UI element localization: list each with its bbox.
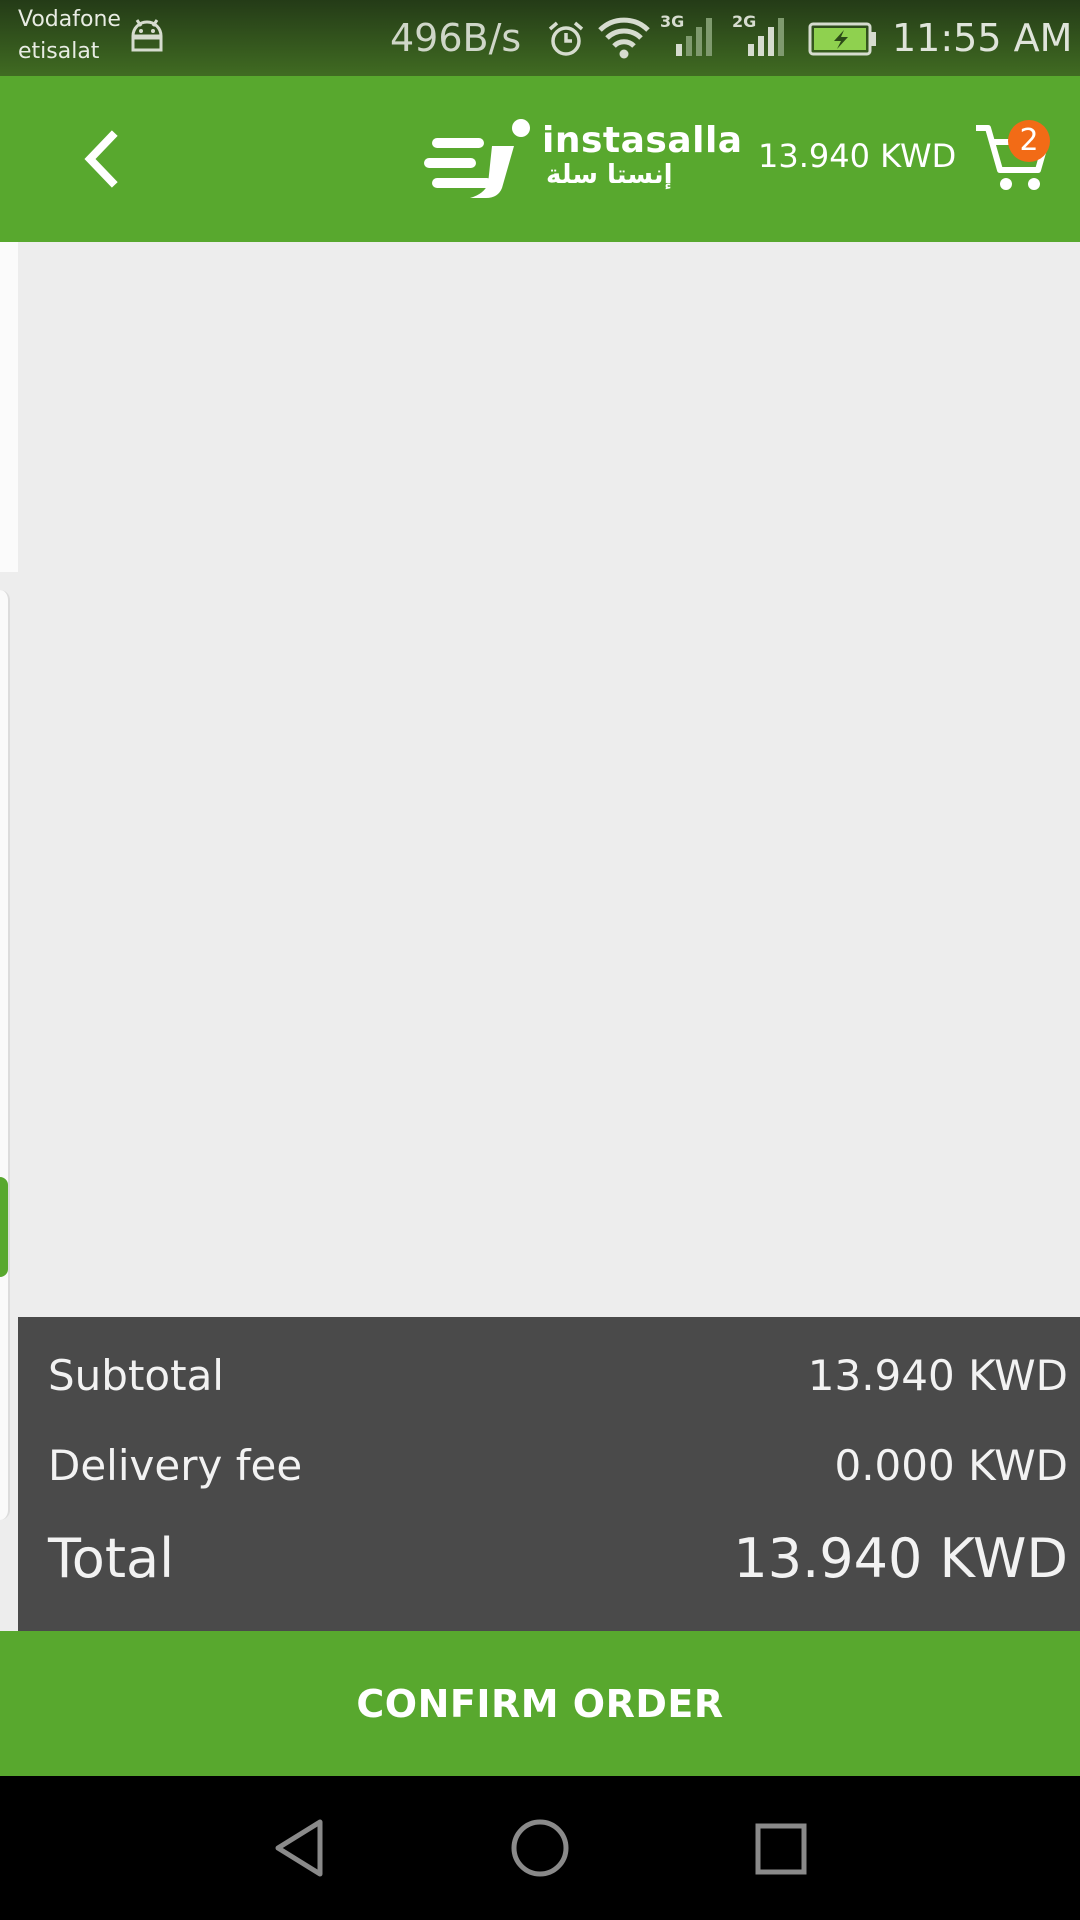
side-panel-edge [0,242,18,572]
delivery-fee-label: Delivery fee [48,1441,303,1490]
subtotal-label: Subtotal [48,1351,224,1400]
content-area [0,242,1080,1520]
clock: 11:55 AM [892,16,1073,60]
confirm-order-button[interactable]: CONFIRM ORDER [0,1631,1080,1776]
signal-icon-2: 2G [732,12,788,62]
battery-charging-icon [808,22,878,60]
nav-back-icon[interactable] [270,1816,330,1884]
cart-total: 13.940 KWD [758,137,957,175]
delivery-fee-row: Delivery fee 0.000 KWD [48,1441,1068,1490]
alarm-icon [547,20,585,62]
signal-2-tag: 2G [732,12,757,31]
network-speed: 496B/s [390,16,522,60]
carrier-2: etisalat [18,39,100,64]
subtotal-value: 13.940 KWD [807,1351,1068,1400]
side-card-accent [0,1177,8,1277]
app-bar: instasalla إنستا سلة 13.940 KWD 2 [0,76,1080,242]
order-summary: Subtotal 13.940 KWD Delivery fee 0.000 K… [18,1317,1080,1631]
chevron-left-icon [72,130,132,198]
cart-count-badge: 2 [1008,120,1050,162]
app-logo: instasalla إنستا سلة [422,116,742,206]
side-card-edge [0,590,10,1520]
carrier-1: Vodafone [18,7,121,32]
signal-icon-1: 3G [660,12,716,62]
android-icon [128,18,166,58]
nav-recents-icon[interactable] [754,1822,808,1880]
status-bar: Vodafone etisalat 496B/s 3G 2G 11:55 AM [0,0,1080,76]
wifi-icon [597,16,651,64]
back-button[interactable] [72,124,132,194]
total-row: Total 13.940 KWD [48,1527,1068,1590]
signal-1-tag: 3G [660,12,685,31]
logo-text-ar: إنستا سلة [546,160,673,190]
logo-text-en: instasalla [542,120,743,161]
nav-home-icon[interactable] [508,1816,572,1884]
system-nav-bar [0,1776,1080,1920]
carrier-names: Vodafone etisalat [18,4,121,68]
total-value: 13.940 KWD [733,1527,1068,1590]
total-label: Total [48,1527,175,1590]
delivery-fee-value: 0.000 KWD [834,1441,1068,1490]
subtotal-row: Subtotal 13.940 KWD [48,1351,1068,1400]
